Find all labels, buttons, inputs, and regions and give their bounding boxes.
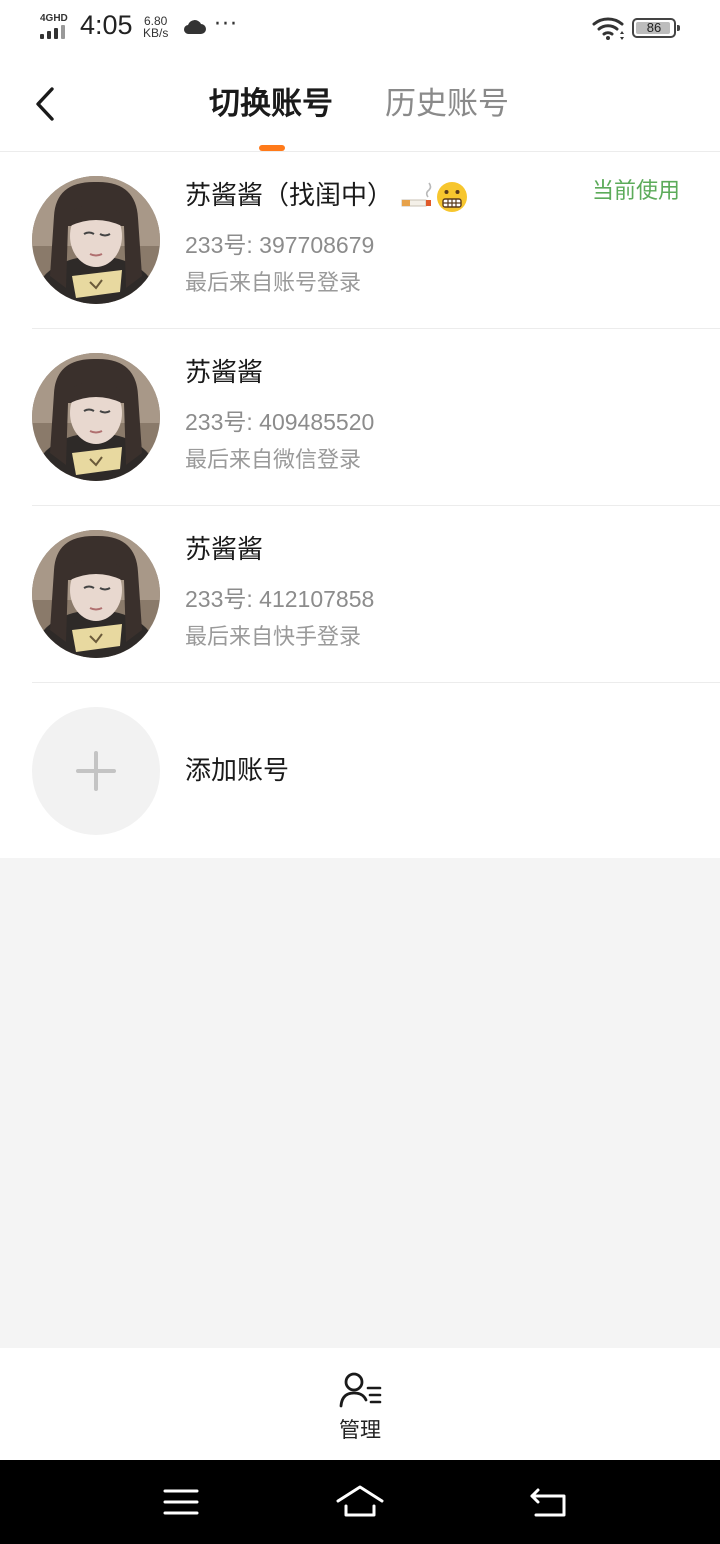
manage-label: 管理	[339, 1418, 381, 1442]
cloud-icon	[183, 20, 206, 35]
recent-apps-button[interactable]	[155, 1482, 207, 1522]
home-icon	[336, 1485, 384, 1517]
tab-history-account[interactable]: 历史账号	[385, 84, 509, 124]
status-time: 4:05	[80, 10, 133, 40]
bottom-action-bar: 管理	[0, 1348, 720, 1460]
system-back-button[interactable]	[524, 1482, 576, 1522]
home-button[interactable]	[334, 1482, 386, 1522]
more-notifications-icon: ···	[214, 12, 238, 37]
account-id: 233号: 412107858	[185, 586, 375, 612]
battery-icon: 86	[632, 18, 680, 38]
account-id: 233号: 397708679	[185, 232, 375, 258]
account-row[interactable]: 苏酱酱（找闺中） 233号: 397708679 最后来自账号登录 当前使用	[0, 152, 720, 329]
back-button[interactable]	[30, 84, 64, 124]
menu-icon	[163, 1489, 199, 1515]
account-name: 苏酱酱	[185, 535, 264, 565]
network-type-label: 4GHD	[40, 13, 68, 24]
return-icon	[530, 1488, 566, 1517]
plus-icon	[32, 707, 160, 835]
grimacing-face-emoji-icon	[437, 181, 468, 212]
add-account-label: 添加账号	[185, 756, 290, 786]
avatar	[32, 530, 160, 658]
network-speed: 6.80 KB/s	[143, 15, 168, 39]
account-name-text: 苏酱酱（找闺中）	[185, 181, 394, 211]
avatar	[32, 353, 160, 481]
account-name: 苏酱酱（找闺中）	[185, 178, 469, 214]
account-login-source: 最后来自账号登录	[185, 271, 362, 296]
account-login-source: 最后来自快手登录	[185, 625, 362, 650]
wifi-icon	[592, 17, 624, 40]
account-id: 233号: 409485520	[185, 409, 375, 435]
header: 切换账号 历史账号	[0, 58, 720, 152]
chevron-left-icon	[36, 87, 54, 121]
account-row[interactable]: 苏酱酱 233号: 409485520 最后来自微信登录	[0, 329, 720, 506]
account-name: 苏酱酱	[185, 358, 264, 388]
manage-button[interactable]: 管理	[320, 1370, 400, 1446]
account-row[interactable]: 苏酱酱 233号: 412107858 最后来自快手登录	[0, 506, 720, 683]
avatar	[32, 176, 160, 304]
manage-accounts-icon	[339, 1372, 382, 1408]
battery-level: 86	[646, 20, 662, 35]
account-list: 苏酱酱（找闺中） 233号: 397708679 最后来自账号登录 当前使用 苏…	[0, 152, 720, 858]
tab-switch-account[interactable]: 切换账号	[209, 84, 333, 124]
tab-active-indicator	[259, 145, 285, 151]
status-bar: 4GHD 4:05 6.80 KB/s ··· 86	[0, 0, 720, 58]
current-account-badge: 当前使用	[592, 179, 681, 204]
signal-icon: 4GHD	[40, 13, 72, 41]
cigarette-emoji-icon	[401, 182, 432, 206]
system-navigation-bar	[0, 1460, 720, 1544]
account-login-source: 最后来自微信登录	[185, 448, 362, 473]
network-speed-unit: KB/s	[143, 26, 169, 40]
add-account-button[interactable]: 添加账号	[0, 683, 720, 858]
